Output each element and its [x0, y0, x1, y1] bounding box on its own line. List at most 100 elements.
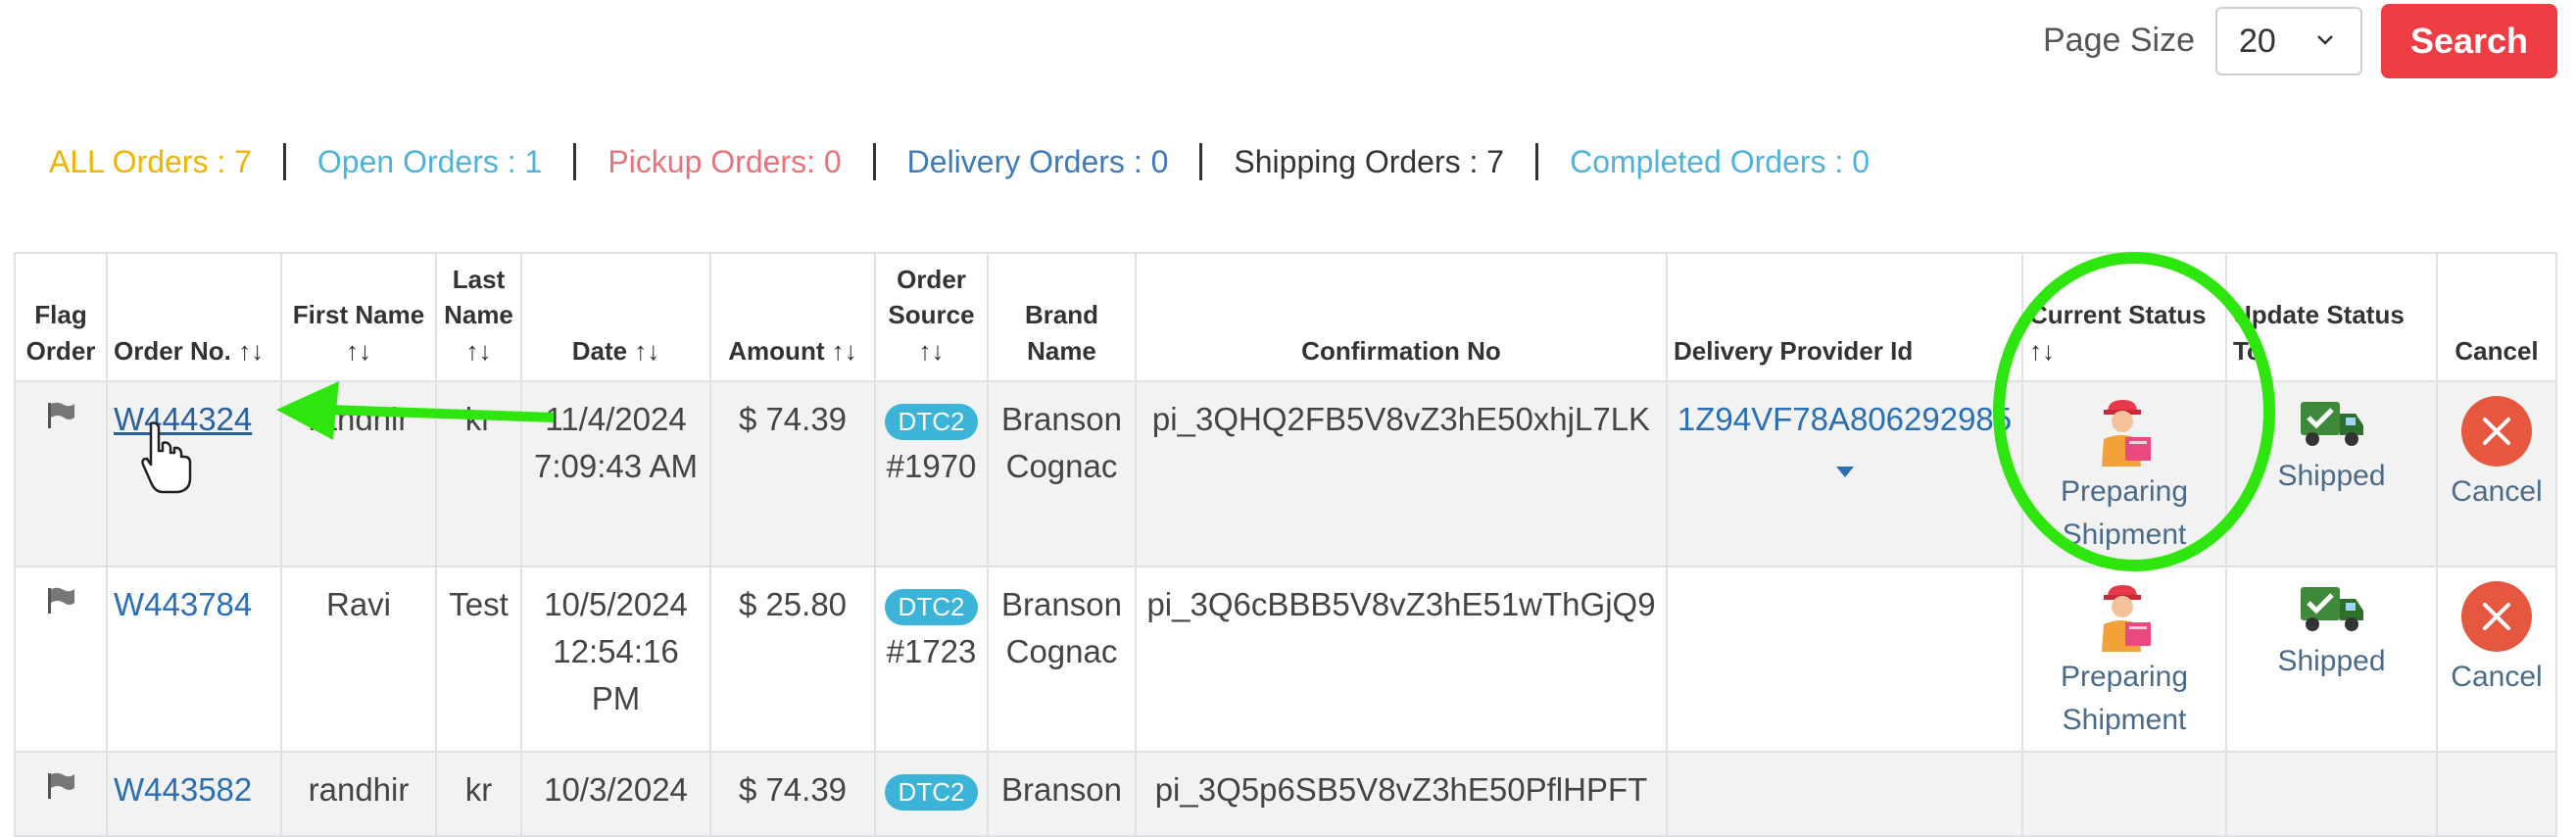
- date-cell: 10/3/2024: [520, 751, 711, 837]
- shipped-truck-icon[interactable]: [2297, 581, 2367, 636]
- flag-icon[interactable]: [44, 401, 77, 430]
- source-number: #1723: [886, 633, 977, 670]
- brand-cell: Branson: [987, 751, 1137, 837]
- page-size-label: Page Size: [2043, 22, 2195, 59]
- cancel-x-icon[interactable]: [2461, 396, 2532, 468]
- flag-icon[interactable]: [44, 586, 77, 615]
- order-source-cell: DTC2 #1723: [874, 566, 989, 754]
- update-status-cell[interactable]: Shipped: [2225, 566, 2438, 754]
- update-status-label: Shipped: [2277, 645, 2386, 678]
- filter-completed-orders[interactable]: Completed Orders : 0: [1570, 144, 1870, 180]
- filter-shipping-orders[interactable]: Shipping Orders : 7: [1234, 144, 1504, 180]
- amount-cell: $ 25.80: [709, 566, 876, 754]
- status-text: Preparing: [2060, 475, 2189, 509]
- header-cancel: Cancel: [2436, 251, 2557, 383]
- brand-cell: Branson Cognac: [987, 566, 1137, 754]
- confirmation-cell: pi_3Q5p6SB5V8vZ3hE50PflHPFT: [1135, 751, 1668, 837]
- search-button[interactable]: Search: [2381, 4, 2557, 78]
- status-text: Shipment: [2062, 517, 2187, 551]
- confirmation-cell: pi_3QHQ2FB5V8vZ3hE50xhjL7LK: [1135, 380, 1668, 568]
- header-current-status[interactable]: Current Status ↑↓: [2021, 251, 2227, 383]
- confirmation-cell: pi_3Q6cBBB5V8vZ3hE51wThGjQ9: [1135, 566, 1668, 754]
- divider: [872, 143, 876, 180]
- cancel-cell: [2436, 751, 2557, 837]
- header-confirmation-no: Confirmation No: [1135, 251, 1668, 383]
- table-row: W443784 Ravi Test 10/5/2024 12:54:16 PM $ …: [14, 566, 2557, 754]
- status-text: Shipment: [2062, 703, 2187, 736]
- last-name-cell: Test: [435, 566, 522, 754]
- order-no-cell: W444324: [106, 380, 282, 568]
- flag-cell: [14, 751, 108, 837]
- delivery-provider-cell: [1666, 566, 2023, 754]
- brand-line: Branson: [1001, 586, 1122, 623]
- header-date[interactable]: Date ↑↓: [520, 251, 711, 383]
- header-delivery-provider-id: Delivery Provider Id: [1666, 251, 2023, 383]
- filter-pickup-orders[interactable]: Pickup Orders: 0: [608, 144, 841, 180]
- order-source-cell: DTC2: [874, 751, 989, 837]
- brand-line: Cognac: [1005, 448, 1118, 485]
- header-date-label: Date: [571, 335, 628, 366]
- header-order-source-label: Order Source: [888, 265, 975, 330]
- sort-icon[interactable]: ↑↓: [919, 336, 945, 366]
- order-link[interactable]: W444324: [114, 401, 252, 437]
- page-size-value: 20: [2239, 22, 2276, 60]
- source-badge: DTC2: [884, 404, 979, 440]
- time-text: PM: [591, 679, 641, 716]
- sort-icon[interactable]: ↑↓: [634, 336, 659, 366]
- header-first-name[interactable]: First Name ↑↓: [280, 251, 437, 383]
- header-brand-name: Brand Name: [987, 251, 1137, 383]
- first-name-cell: randhir: [280, 751, 437, 837]
- time-text: 7:09:43 AM: [534, 448, 698, 485]
- flag-cell: [14, 380, 108, 568]
- header-amount-label: Amount: [728, 335, 825, 366]
- table-row: W444324 randhir kr 11/4/2024 7:09:43 AM $…: [14, 380, 2557, 568]
- divider: [573, 143, 577, 180]
- sort-icon[interactable]: ↑↓: [2029, 336, 2055, 366]
- toolbar: Page Size 20 Search: [0, 0, 2576, 88]
- header-amount[interactable]: Amount ↑↓: [709, 251, 876, 383]
- divider: [1535, 143, 1539, 180]
- cancel-x-icon[interactable]: [2461, 581, 2532, 653]
- provider-id-link[interactable]: 1Z94VF78A806292985: [1674, 396, 2016, 443]
- table-header-row: Flag Order Order No. ↑↓ First Name ↑↓ La…: [14, 251, 2557, 383]
- flag-icon[interactable]: [44, 771, 77, 801]
- chevron-down-icon: [2317, 35, 2333, 45]
- time-text: 12:54:16: [553, 633, 679, 670]
- divider: [1199, 143, 1203, 180]
- date-text: 10/5/2024: [544, 586, 688, 623]
- first-name-cell: randhir: [280, 380, 437, 568]
- update-status-label: Shipped: [2277, 460, 2386, 493]
- order-source-cell: DTC2 #1970: [874, 380, 989, 568]
- filter-all-orders[interactable]: ALL Orders : 7: [49, 144, 252, 180]
- filter-delivery-orders[interactable]: Delivery Orders : 0: [907, 144, 1169, 180]
- order-link[interactable]: W443784: [114, 586, 252, 622]
- sort-icon[interactable]: ↑↓: [346, 336, 371, 366]
- cancel-cell[interactable]: Cancel: [2436, 566, 2557, 754]
- header-order-no[interactable]: Order No. ↑↓: [106, 251, 282, 383]
- preparing-shipment-icon: [2102, 585, 2151, 653]
- cancel-cell[interactable]: Cancel: [2436, 380, 2557, 568]
- status-text: Preparing: [2060, 661, 2189, 694]
- filter-open-orders[interactable]: Open Orders : 1: [317, 144, 542, 180]
- header-last-name[interactable]: Last Name ↑↓: [435, 251, 522, 383]
- caret-down-icon[interactable]: [1835, 467, 1854, 478]
- delivery-provider-cell: 1Z94VF78A806292985: [1666, 380, 2023, 568]
- order-link[interactable]: W443582: [114, 771, 252, 808]
- sort-icon[interactable]: ↑↓: [238, 336, 264, 366]
- header-current-status-label: Current Status: [2029, 300, 2207, 330]
- header-order-source[interactable]: Order Source ↑↓: [874, 251, 989, 383]
- sort-icon[interactable]: ↑↓: [466, 336, 492, 366]
- shipped-truck-icon[interactable]: [2297, 396, 2367, 451]
- divider: [282, 143, 286, 180]
- cancel-label: Cancel: [2451, 475, 2543, 509]
- brand-line: Cognac: [1005, 633, 1118, 670]
- brand-line: Branson: [1001, 401, 1122, 438]
- sort-icon[interactable]: ↑↓: [832, 336, 857, 366]
- header-order-no-label: Order No.: [114, 335, 231, 366]
- update-status-cell[interactable]: Shipped: [2225, 380, 2438, 568]
- order-filters: ALL Orders : 7 Open Orders : 1 Pickup Or…: [49, 137, 1870, 186]
- amount-cell: $ 74.39: [709, 751, 876, 837]
- page-size-select[interactable]: 20: [2215, 7, 2362, 75]
- update-status-cell: [2225, 751, 2438, 837]
- date-cell: 10/5/2024 12:54:16 PM: [520, 566, 711, 754]
